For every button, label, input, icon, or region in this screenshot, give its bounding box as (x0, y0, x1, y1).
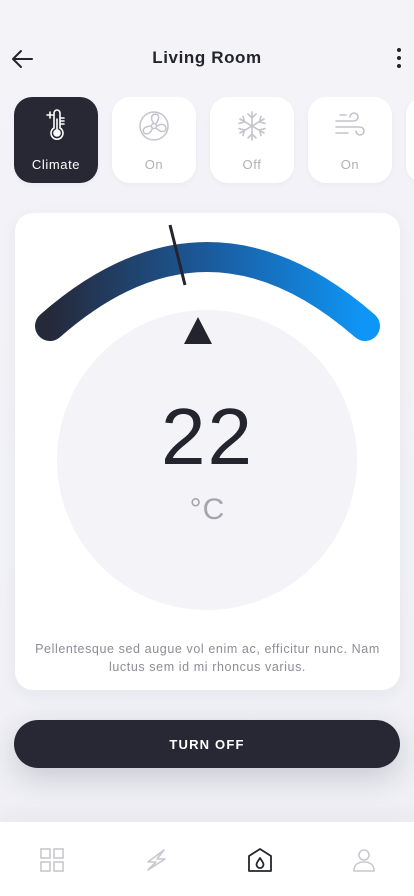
mode-label: On (144, 157, 164, 172)
page-title: Living Room (152, 48, 262, 67)
wind-icon (335, 112, 365, 136)
thermostat-description: Pellentesque sed augue vol enim ac, effi… (35, 642, 380, 674)
more-dots-icon (397, 48, 401, 52)
gauge-arc (35, 242, 380, 341)
mode-climate[interactable]: Climate (14, 97, 98, 183)
nav-home[interactable] (246, 846, 274, 874)
mode-fan[interactable]: On (112, 97, 196, 183)
temperature-gauge[interactable] (15, 213, 400, 353)
temperature-value: 22 (161, 392, 254, 481)
temperature-unit: °C (189, 493, 226, 526)
thermometer-icon (46, 109, 65, 140)
nav-energy[interactable] (142, 846, 170, 874)
more-options-button[interactable] (392, 44, 406, 72)
mode-wind[interactable]: On (308, 97, 392, 183)
mode-cool[interactable]: Off (210, 97, 294, 183)
mode-more[interactable] (406, 97, 414, 183)
snowflake-icon (238, 111, 266, 141)
turn-off-button[interactable]: TURN OFF (14, 720, 400, 768)
mode-label: Off (242, 157, 262, 172)
bottom-navigation (0, 822, 414, 896)
user-icon (353, 849, 375, 872)
thermostat-card: 22 °C Pellentesque sed augue vol enim ac… (15, 213, 400, 690)
nav-dashboard[interactable] (38, 846, 66, 874)
fan-icon (139, 111, 169, 141)
mode-label: On (340, 157, 360, 172)
header: Living Room (0, 0, 414, 100)
nav-profile[interactable] (350, 846, 378, 874)
mode-selector: Climate On Off On (14, 97, 414, 187)
home-icon (248, 848, 272, 872)
gauge-pointer-icon (184, 317, 212, 344)
dashboard-grid-icon (40, 848, 64, 872)
lightning-icon (147, 849, 166, 871)
mode-label: Climate (31, 157, 81, 172)
